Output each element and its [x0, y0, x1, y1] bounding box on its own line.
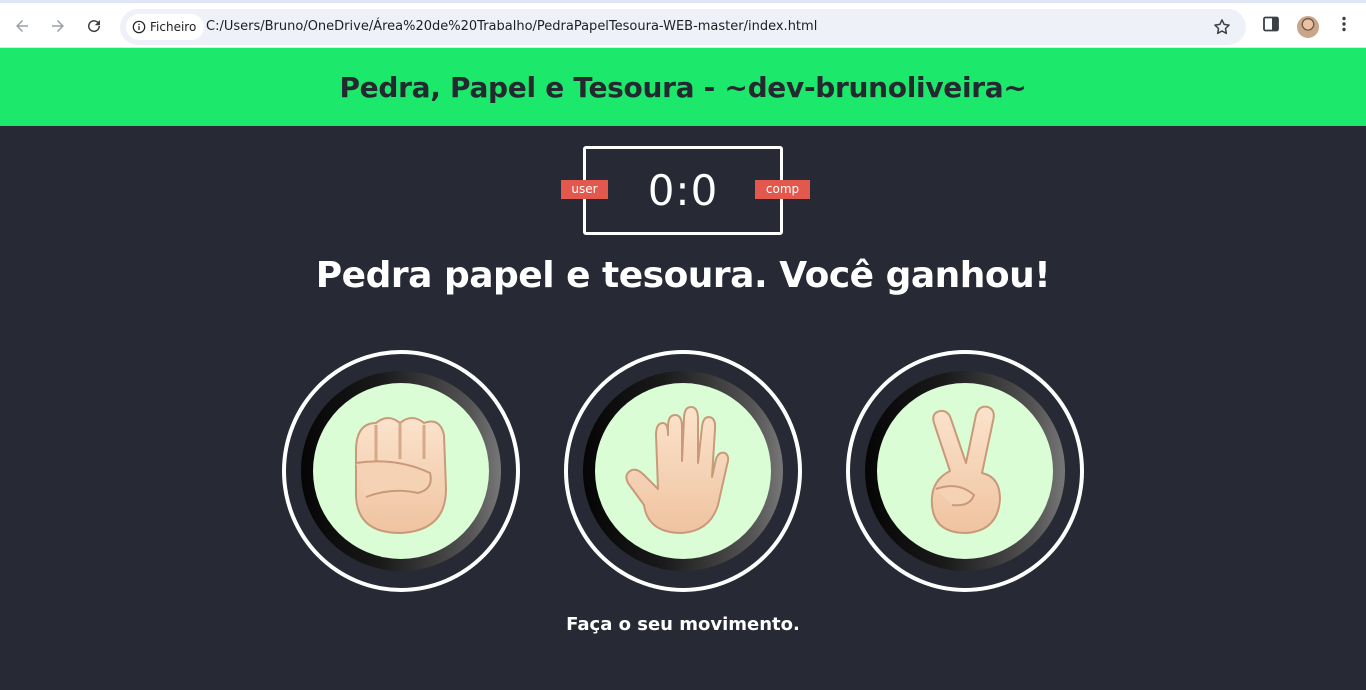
result-text: Pedra papel e tesoura. Você ganhou!	[315, 255, 1051, 296]
info-icon	[132, 20, 146, 34]
choice-ring	[865, 371, 1065, 571]
address-bar[interactable]: Ficheiro C:/Users/Bruno/OneDrive/Área%20…	[120, 9, 1246, 45]
side-panel-icon[interactable]	[1262, 15, 1280, 33]
more-vertical-icon[interactable]	[1335, 15, 1353, 33]
paper-choice-button[interactable]	[564, 350, 802, 592]
url-text[interactable]: C:/Users/Bruno/OneDrive/Área%20de%20Trab…	[206, 9, 817, 45]
comp-badge: comp	[755, 180, 810, 199]
forward-button[interactable]	[46, 14, 70, 38]
user-badge: user	[561, 180, 608, 199]
scissors-choice-button[interactable]	[846, 350, 1084, 592]
back-button[interactable]	[10, 14, 34, 38]
reload-icon	[88, 20, 101, 33]
browser-toolbar: Ficheiro C:/Users/Bruno/OneDrive/Área%20…	[0, 0, 1366, 48]
choice-ring	[301, 371, 501, 571]
arrow-left-icon	[16, 20, 28, 32]
choice-ring	[583, 371, 783, 571]
choice-disc	[595, 383, 771, 559]
raised-hand-emoji-icon	[625, 406, 730, 534]
fist-emoji-icon	[355, 417, 448, 535]
reload-button[interactable]	[82, 14, 106, 38]
page-title: Pedra, Papel e Tesoura - ~dev-brunolivei…	[339, 70, 1027, 104]
page-header: Pedra, Papel e Tesoura - ~dev-brunolivei…	[0, 48, 1366, 126]
choice-disc	[877, 383, 1053, 559]
site-chip-label: Ficheiro	[150, 20, 197, 34]
rock-choice-button[interactable]	[282, 350, 520, 592]
profile-avatar[interactable]	[1297, 16, 1319, 38]
bookmark-star-icon[interactable]	[1212, 17, 1232, 37]
arrow-right-icon	[52, 20, 64, 32]
scoreboard: 0:0	[583, 146, 783, 235]
choice-disc	[313, 383, 489, 559]
victory-hand-emoji-icon	[930, 405, 1001, 534]
score-display: 0:0	[647, 166, 719, 215]
move-prompt: Faça o seu movimento.	[566, 614, 800, 635]
site-info-chip[interactable]: Ficheiro	[126, 14, 205, 40]
